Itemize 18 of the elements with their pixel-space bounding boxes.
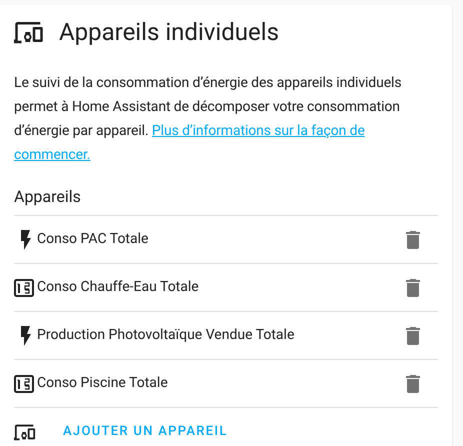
device-name: Production Photovoltaïque Vendue Totale <box>37 326 296 345</box>
learn-more-link[interactable]: Plus d’informations sur la façon de <box>152 123 365 139</box>
device-name: Conso Piscine Totale <box>37 374 169 393</box>
lightning-icon <box>18 230 32 250</box>
section-heading: Appareils <box>14 186 82 208</box>
trash-icon[interactable] <box>406 326 420 344</box>
description-text: Le suivi de la consommation d’énergie des appareils individuels permet à Home Assistant de décomposer votre consommation d’énergie par appareil. Plus d’informations sur la façon de commencer. <box>14 74 402 165</box>
counter-icon <box>14 278 34 296</box>
counter-icon <box>14 374 34 392</box>
learn-more-link[interactable]: commencer. <box>14 147 90 163</box>
device-name: Conso PAC Totale <box>37 230 150 249</box>
lightning-icon <box>18 326 32 346</box>
add-device-button[interactable]: AJOUTER UN APPAREIL <box>61 422 230 442</box>
trash-icon[interactable] <box>406 278 420 296</box>
device-name: Conso Chauffe-Eau Totale <box>37 278 200 297</box>
card-title: Appareils individuels <box>59 17 279 48</box>
trash-icon[interactable] <box>406 230 420 248</box>
trash-icon[interactable] <box>406 374 420 392</box>
